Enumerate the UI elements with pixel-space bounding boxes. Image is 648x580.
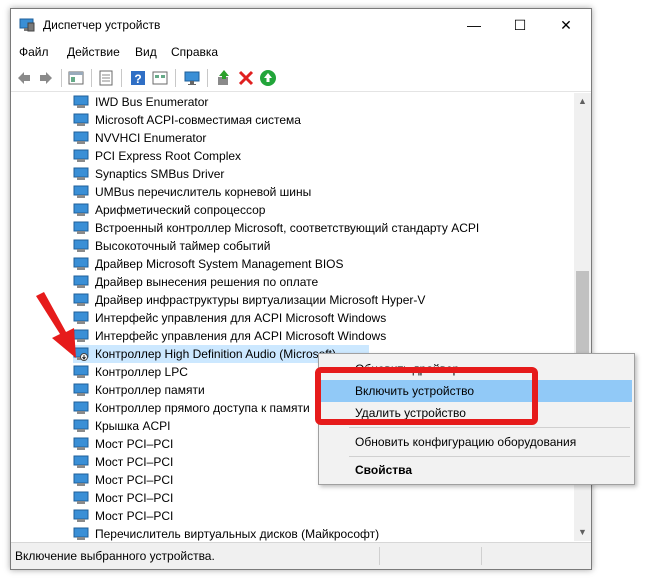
device-label: Встроенный контроллер Microsoft, соответ…: [95, 221, 480, 235]
status-bar: Включение выбранного устройства.: [11, 542, 591, 569]
system-device-icon: [73, 221, 89, 234]
device-label: Драйвер вынесения решения по оплате: [95, 275, 319, 289]
toolbar-separator: [121, 69, 122, 87]
device-label: Высокоточный таймер событий: [95, 239, 271, 253]
device-label: Мост PCI–PCI: [95, 509, 174, 523]
menu-file[interactable]: Файл: [19, 45, 49, 59]
device-label: Контроллер прямого доступа к памяти: [95, 401, 310, 415]
system-device-icon: [73, 527, 89, 540]
refresh-list-icon[interactable]: [97, 69, 115, 87]
window-title: Диспетчер устройств: [43, 18, 161, 32]
device-label: Интерфейс управления для ACPI Microsoft …: [95, 311, 387, 325]
status-text: Включение выбранного устройства.: [15, 549, 215, 563]
enable-icon[interactable]: [259, 69, 277, 87]
toolbar-separator: [91, 69, 92, 87]
highlight-annotation-box: [315, 367, 538, 425]
system-device-icon: [73, 95, 89, 108]
toolbar-separator: [175, 69, 176, 87]
device-label: Контроллер памяти: [95, 383, 205, 397]
device-label: PCI Express Root Complex: [95, 149, 242, 163]
uninstall-icon[interactable]: [237, 69, 255, 87]
system-device-icon: [73, 473, 89, 486]
status-divider: [379, 547, 380, 565]
system-device-icon: [73, 203, 89, 216]
device-label: Мост PCI–PCI: [95, 455, 174, 469]
device-manager-window: Диспетчер устройств — ☐ ✕ Файл Действие …: [10, 8, 592, 570]
view-icon[interactable]: [151, 69, 169, 87]
system-device-icon: [73, 275, 89, 288]
toolbar: ?: [11, 65, 591, 92]
toolbar-separator: [207, 69, 208, 87]
help-icon[interactable]: ?: [129, 69, 147, 87]
system-device-icon: [73, 491, 89, 504]
device-label: Мост PCI–PCI: [95, 491, 174, 505]
context-menu-separator: [349, 456, 630, 457]
device-label: Контроллер LPC: [95, 365, 188, 379]
context-item-properties[interactable]: Свойства: [321, 459, 632, 481]
menu-bar: Файл Действие Вид Справка: [11, 41, 591, 63]
system-device-icon: [73, 149, 89, 162]
device-manager-icon: [19, 18, 35, 32]
device-label: Synaptics SMBus Driver: [95, 167, 225, 181]
back-icon[interactable]: [15, 69, 33, 87]
device-label: Драйвер Microsoft System Management BIOS: [95, 257, 344, 271]
context-menu-separator: [349, 427, 630, 428]
svg-text:?: ?: [134, 72, 141, 86]
system-device-icon: [73, 365, 89, 378]
device-label: Крышка ACPI: [95, 419, 171, 433]
status-divider: [481, 547, 482, 565]
device-label: IWD Bus Enumerator: [95, 95, 209, 109]
monitor-icon[interactable]: [183, 69, 201, 87]
red-pointer-arrow-icon: [36, 292, 76, 358]
title-bar: Диспетчер устройств — ☐ ✕: [11, 9, 591, 41]
system-device-icon: [73, 185, 89, 198]
system-device-icon: [73, 419, 89, 432]
update-driver-icon[interactable]: [215, 69, 233, 87]
scroll-down-icon[interactable]: ▼: [574, 524, 591, 541]
system-device-icon: [73, 239, 89, 252]
context-item-scan-hardware[interactable]: Обновить конфигурацию оборудования: [321, 431, 632, 453]
minimize-button[interactable]: —: [451, 9, 497, 41]
device-label: UMBus перечислитель корневой шины: [95, 185, 312, 199]
device-label: Драйвер инфраструктуры виртуализации Mic…: [95, 293, 426, 307]
context-item-label: Обновить конфигурацию оборудования: [355, 435, 577, 449]
menu-view[interactable]: Вид: [135, 45, 157, 59]
device-label: Контроллер High Definition Audio (Micros…: [95, 347, 336, 361]
system-device-icon: [73, 257, 89, 270]
scroll-up-icon[interactable]: ▲: [574, 93, 591, 110]
system-device-icon: [73, 401, 89, 414]
context-item-label: Свойства: [355, 463, 413, 477]
device-label: Мост PCI–PCI: [95, 437, 174, 451]
device-label: Перечислитель виртуальных дисков (Майкро…: [95, 527, 380, 541]
device-label: NVVHCI Enumerator: [95, 131, 207, 145]
properties-icon[interactable]: [67, 69, 85, 87]
system-device-icon: [73, 113, 89, 126]
menu-action[interactable]: Действие: [67, 45, 120, 59]
system-device-icon: [73, 167, 89, 180]
device-label: Интерфейс управления для ACPI Microsoft …: [95, 329, 387, 343]
device-label: Мост PCI–PCI: [95, 473, 174, 487]
system-device-icon: [73, 509, 89, 522]
close-button[interactable]: ✕: [543, 9, 589, 41]
menu-help[interactable]: Справка: [171, 45, 218, 59]
system-device-icon: [73, 437, 89, 450]
maximize-button[interactable]: ☐: [497, 9, 543, 41]
device-label: Арифметический сопроцессор: [95, 203, 266, 217]
toolbar-separator: [61, 69, 62, 87]
forward-icon[interactable]: [37, 69, 55, 87]
system-device-icon: [73, 383, 89, 396]
system-device-icon: [73, 455, 89, 468]
device-label: Microsoft ACPI-совместимая система: [95, 113, 301, 127]
system-device-icon: [73, 131, 89, 144]
